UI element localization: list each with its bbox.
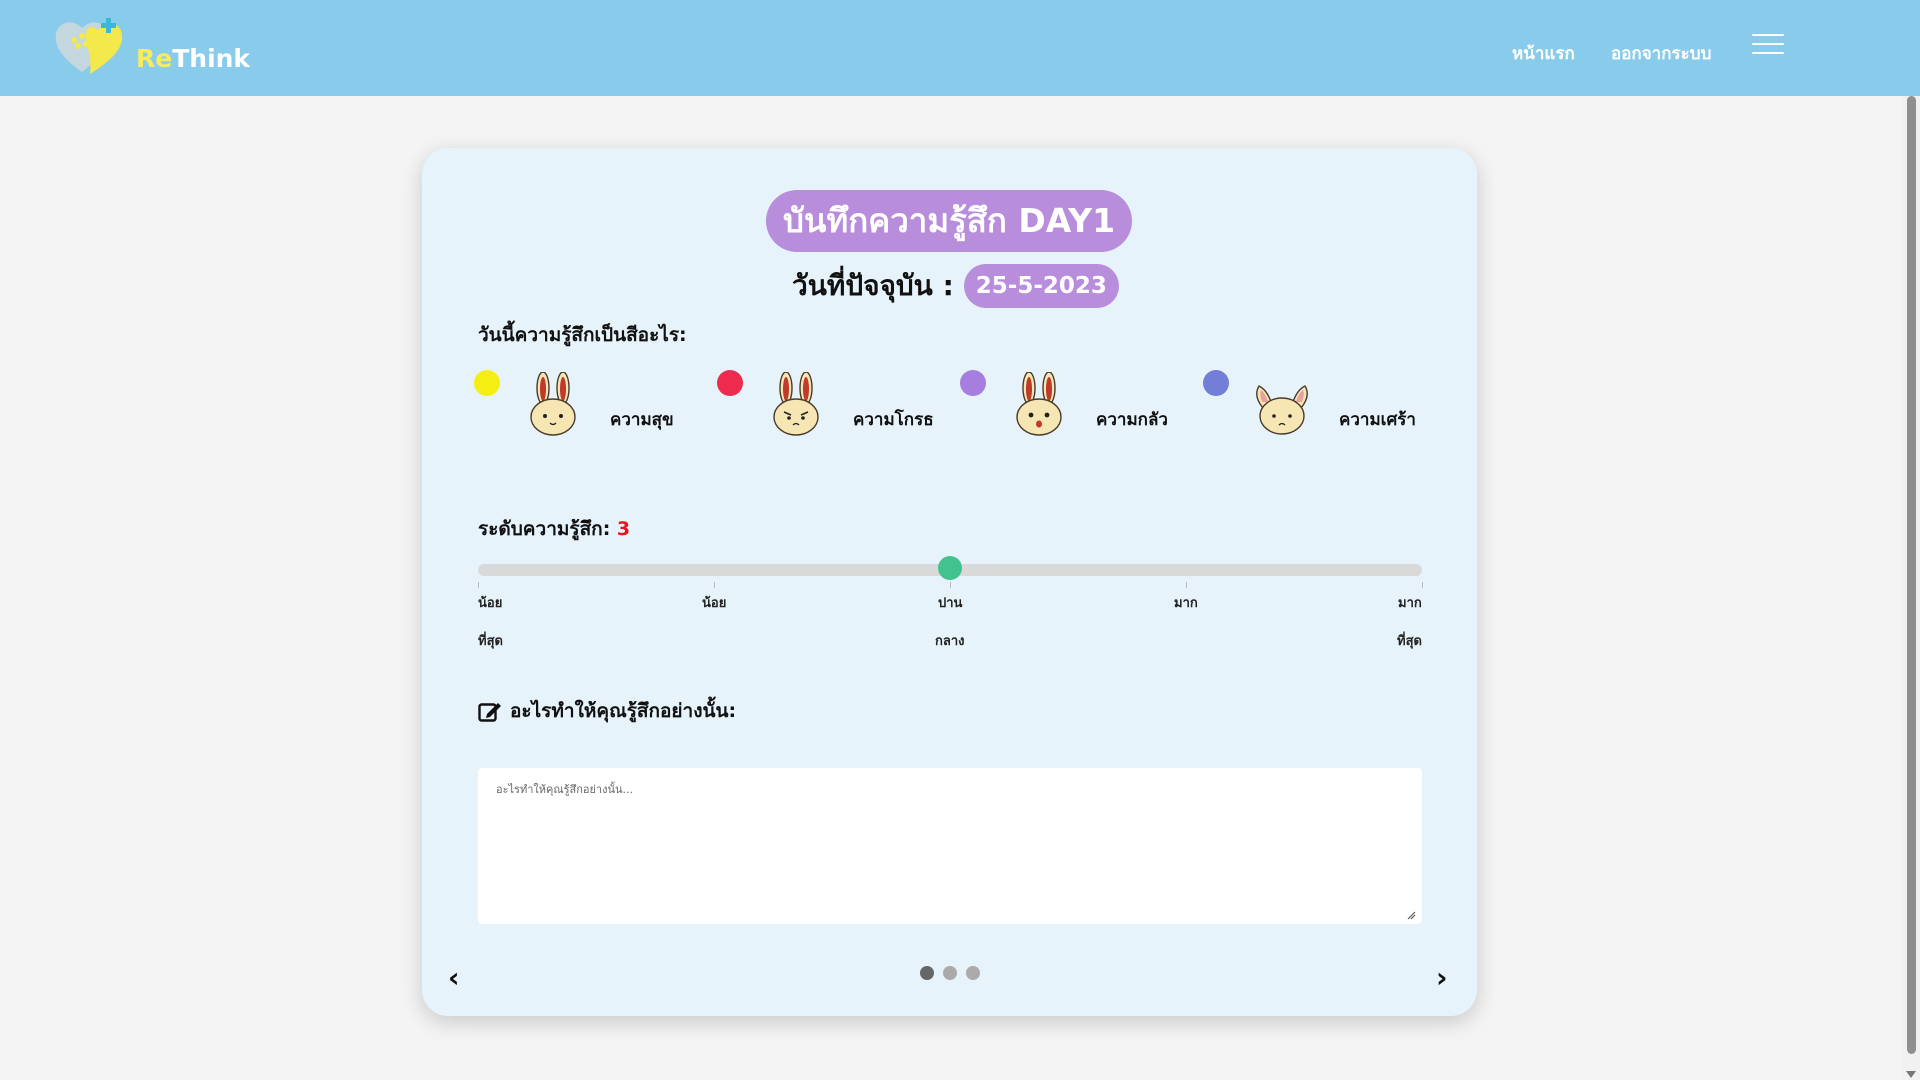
mood-color-dot[interactable] bbox=[1203, 370, 1229, 396]
carousel-next-button[interactable]: › bbox=[1436, 964, 1448, 992]
bunny-happy-icon bbox=[530, 372, 576, 436]
mood-color-question: วันนี้ความรู้สึกเป็นสีอะไร: bbox=[478, 324, 687, 346]
scale-label: ปาน bbox=[938, 596, 963, 611]
scale-label: น้อย bbox=[702, 596, 727, 611]
carousel-dot[interactable] bbox=[966, 966, 980, 980]
carousel-dot[interactable] bbox=[943, 966, 957, 980]
scale-tick bbox=[1422, 582, 1423, 588]
scale-label: น้อย bbox=[478, 596, 503, 611]
date-label: วันที่ปัจจุบัน : bbox=[792, 269, 954, 302]
scale-label: มาก bbox=[1174, 596, 1198, 611]
scale-label: กลาง bbox=[935, 634, 965, 649]
current-date-row: วันที่ปัจจุบัน : 25-5-2023 bbox=[792, 262, 1119, 310]
rethink-logo[interactable]: ReThink bbox=[52, 14, 250, 80]
scale-tick bbox=[714, 582, 715, 588]
carousel-prev-button[interactable]: ‹ bbox=[448, 964, 460, 992]
bunny-angry-icon bbox=[773, 372, 819, 436]
mood-label: ความเศร้า bbox=[1339, 410, 1416, 430]
mood-label: ความกลัว bbox=[1096, 410, 1168, 430]
mood-color-dot[interactable] bbox=[717, 370, 743, 396]
feeling-level-value: 3 bbox=[616, 518, 631, 540]
feeling-level-slider-thumb[interactable] bbox=[938, 556, 962, 580]
top-navbar: ReThink หน้าแรก ออกจากระบบ bbox=[0, 0, 1920, 96]
scale-label: ที่สุด bbox=[1397, 634, 1422, 649]
mood-label: ความสุข bbox=[610, 410, 674, 430]
scrollbar-thumb[interactable] bbox=[1907, 96, 1916, 1054]
mood-option-angry[interactable]: ความโกรธ bbox=[717, 368, 937, 448]
feeling-level-label: ระดับความรู้สึก: 3 bbox=[478, 518, 631, 540]
logo-text: ReThink bbox=[136, 44, 251, 73]
logo-heart-icon bbox=[55, 18, 123, 74]
mood-color-dot[interactable] bbox=[960, 370, 986, 396]
edit-icon bbox=[478, 703, 501, 722]
date-badge: 25-5-2023 bbox=[963, 264, 1119, 308]
scale-tick bbox=[950, 582, 951, 588]
page-scrollbar[interactable] bbox=[1902, 96, 1920, 1080]
mood-option-happy[interactable]: ความสุข bbox=[474, 368, 694, 448]
scroll-down-icon[interactable] bbox=[1906, 1071, 1916, 1078]
bunny-sad-icon bbox=[1256, 385, 1308, 435]
nav-home-link[interactable]: หน้าแรก bbox=[1512, 40, 1575, 67]
hamburger-menu-icon[interactable] bbox=[1752, 34, 1784, 56]
nav-logout-link[interactable]: ออกจากระบบ bbox=[1611, 40, 1711, 67]
mood-option-fear[interactable]: ความกลัว bbox=[960, 368, 1180, 448]
carousel-indicators bbox=[920, 966, 989, 980]
journal-title: บันทึกความรู้สึก DAY1 bbox=[766, 190, 1132, 252]
scale-tick bbox=[478, 582, 479, 588]
mood-option-sad[interactable]: ความเศร้า bbox=[1203, 368, 1423, 448]
scale-label: มาก bbox=[1398, 596, 1422, 611]
reason-textarea[interactable] bbox=[478, 768, 1422, 924]
mood-color-dot[interactable] bbox=[474, 370, 500, 396]
carousel-dot[interactable] bbox=[920, 966, 934, 980]
scale-label: ที่สุด bbox=[478, 634, 503, 649]
resize-grip-icon[interactable] bbox=[1406, 910, 1416, 920]
mood-label: ความโกรธ bbox=[853, 410, 934, 430]
reason-label: อะไรทำให้คุณรู้สึกอย่างนั้น: bbox=[478, 696, 736, 726]
bunny-scared-icon bbox=[1016, 372, 1062, 436]
scale-tick bbox=[1186, 582, 1187, 588]
feelings-journal-card: บันทึกความรู้สึก DAY1 วันที่ปัจจุบัน : 2… bbox=[422, 148, 1477, 1016]
